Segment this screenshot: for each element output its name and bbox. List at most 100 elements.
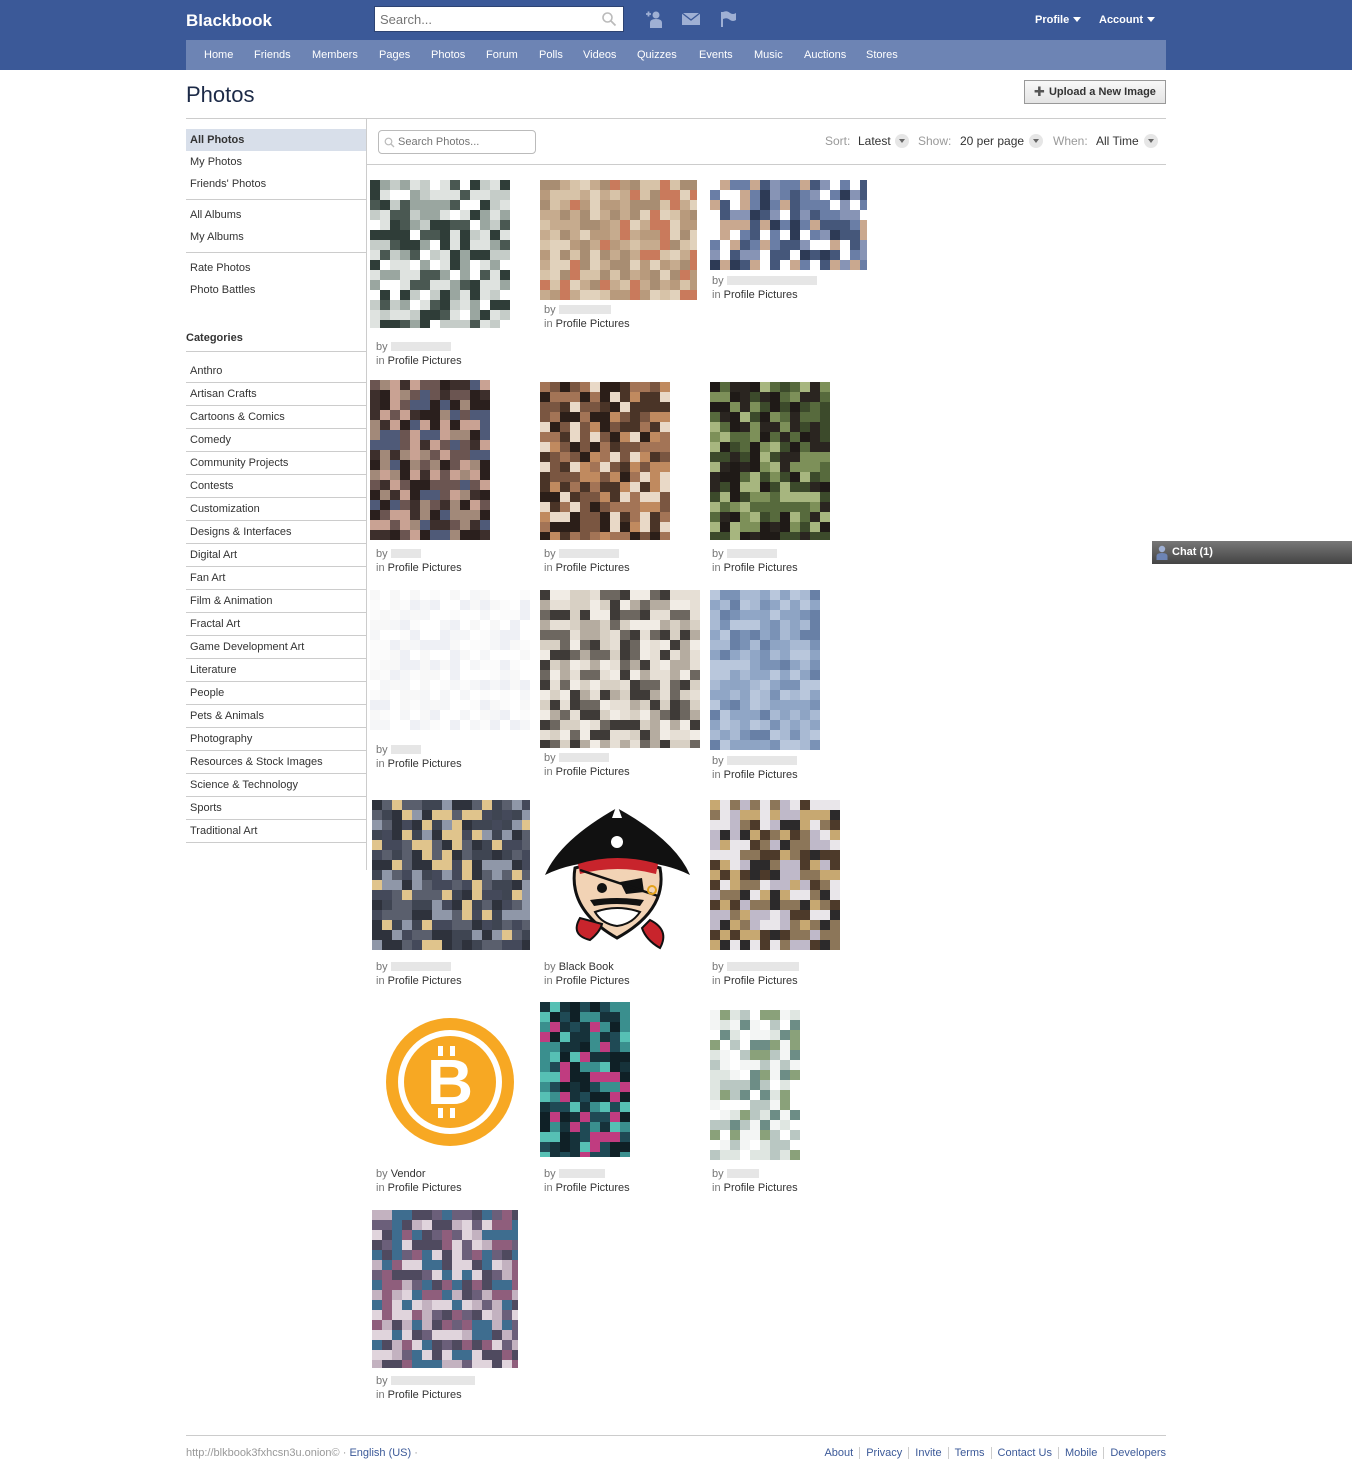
sort-select[interactable]: Latest	[858, 134, 891, 148]
category-item[interactable]: Cartoons & Comics	[186, 406, 366, 429]
nav-videos[interactable]: Videos	[583, 49, 616, 61]
category-item[interactable]: Artisan Crafts	[186, 383, 366, 406]
category-item[interactable]: Photography	[186, 728, 366, 751]
profile-menu[interactable]: Profile	[1035, 14, 1082, 26]
photo-thumbnail[interactable]	[370, 180, 510, 328]
nav-friends[interactable]: Friends	[254, 49, 291, 61]
category-item[interactable]: Sports	[186, 797, 366, 820]
photo-thumbnail[interactable]	[370, 380, 490, 540]
nav-polls[interactable]: Polls	[539, 49, 563, 61]
photo-thumbnail[interactable]	[710, 382, 830, 540]
site-logo[interactable]: Blackbook	[186, 11, 272, 31]
category-item[interactable]: Customization	[186, 498, 366, 521]
friend-requests-icon[interactable]	[645, 10, 665, 28]
category-item[interactable]: Contests	[186, 475, 366, 498]
photo-thumbnail[interactable]	[710, 800, 840, 950]
notifications-icon[interactable]	[718, 10, 738, 28]
sidebar-item-rate-photos[interactable]: Rate Photos	[186, 257, 366, 279]
nav-home[interactable]: Home	[204, 49, 233, 61]
category-item[interactable]: Literature	[186, 659, 366, 682]
language-link[interactable]: English (US)	[349, 1447, 411, 1459]
footer-link-developers[interactable]: Developers	[1103, 1447, 1166, 1459]
search-icon[interactable]	[601, 11, 617, 27]
photo-thumbnail[interactable]	[372, 1210, 518, 1368]
nav-pages[interactable]: Pages	[379, 49, 410, 61]
footer-link-contact-us[interactable]: Contact Us	[990, 1447, 1058, 1459]
nav-members[interactable]: Members	[312, 49, 358, 61]
category-item[interactable]: Science & Technology	[186, 774, 366, 797]
nav-photos[interactable]: Photos	[431, 49, 465, 61]
global-search[interactable]	[374, 6, 624, 32]
photo-search[interactable]	[378, 130, 536, 154]
footer-link-about[interactable]: About	[818, 1447, 859, 1459]
messages-icon[interactable]	[681, 10, 701, 28]
photo-album-link[interactable]: Profile Pictures	[388, 758, 462, 770]
nav-auctions[interactable]: Auctions	[804, 49, 846, 61]
account-menu[interactable]: Account	[1099, 14, 1155, 26]
show-select[interactable]: 20 per page	[960, 134, 1024, 148]
nav-quizzes[interactable]: Quizzes	[637, 49, 677, 61]
chat-tab[interactable]: Chat (1)	[1152, 541, 1352, 564]
upload-image-button[interactable]: ✚ Upload a New Image	[1024, 80, 1166, 104]
footer-link-privacy[interactable]: Privacy	[859, 1447, 908, 1459]
photo-thumbnail[interactable]	[710, 1010, 800, 1160]
photo-album-link[interactable]: Profile Pictures	[556, 1182, 630, 1194]
chevron-down-icon[interactable]	[1029, 134, 1043, 148]
category-item[interactable]: Fractal Art	[186, 613, 366, 636]
photo-album-link[interactable]: Profile Pictures	[556, 766, 630, 778]
category-item[interactable]: Resources & Stock Images	[186, 751, 366, 774]
photo-thumbnail[interactable]	[710, 180, 867, 270]
category-item[interactable]: Comedy	[186, 429, 366, 452]
nav-events[interactable]: Events	[699, 49, 733, 61]
sidebar-item-all-albums[interactable]: All Albums	[186, 204, 366, 226]
chevron-down-icon[interactable]	[1144, 134, 1158, 148]
category-item[interactable]: People	[186, 682, 366, 705]
photo-thumbnail[interactable]	[540, 1002, 630, 1157]
photo-album-link[interactable]: Profile Pictures	[724, 1182, 798, 1194]
category-item[interactable]: Pets & Animals	[186, 705, 366, 728]
photo-album-link[interactable]: Profile Pictures	[556, 562, 630, 574]
photo-thumbnail[interactable]: B	[380, 1012, 520, 1152]
category-item[interactable]: Digital Art	[186, 544, 366, 567]
sidebar-item-all-photos[interactable]: All Photos	[186, 129, 366, 151]
nav-music[interactable]: Music	[754, 49, 783, 61]
photo-album-link[interactable]: Profile Pictures	[724, 289, 798, 301]
category-item[interactable]: Game Development Art	[186, 636, 366, 659]
when-select[interactable]: All Time	[1096, 134, 1139, 148]
footer-link-terms[interactable]: Terms	[947, 1447, 991, 1459]
category-item[interactable]: Designs & Interfaces	[186, 521, 366, 544]
photo-author-link[interactable]: Black Book	[559, 961, 614, 973]
photo-album-link[interactable]: Profile Pictures	[724, 975, 798, 987]
photo-thumbnail[interactable]	[540, 382, 670, 540]
category-item[interactable]: Film & Animation	[186, 590, 366, 613]
nav-forum[interactable]: Forum	[486, 49, 518, 61]
sidebar-item-photo-battles[interactable]: Photo Battles	[186, 279, 366, 301]
category-item[interactable]: Traditional Art	[186, 820, 366, 843]
photo-album-link[interactable]: Profile Pictures	[388, 1182, 462, 1194]
photo-thumbnail[interactable]	[540, 590, 700, 748]
photo-album-link[interactable]: Profile Pictures	[556, 318, 630, 330]
sidebar-item-friends-photos[interactable]: Friends' Photos	[186, 173, 366, 195]
category-item[interactable]: Community Projects	[186, 452, 366, 475]
chevron-down-icon[interactable]	[895, 134, 909, 148]
footer-link-mobile[interactable]: Mobile	[1057, 1447, 1103, 1459]
photo-thumbnail[interactable]	[540, 800, 695, 950]
photo-album-link[interactable]: Profile Pictures	[388, 975, 462, 987]
photo-thumbnail[interactable]	[370, 590, 530, 730]
photo-album-link[interactable]: Profile Pictures	[388, 355, 462, 367]
photo-thumbnail[interactable]	[372, 800, 530, 950]
sidebar-item-my-photos[interactable]: My Photos	[186, 151, 366, 173]
photo-author-link[interactable]: Vendor	[391, 1168, 426, 1180]
category-item[interactable]: Anthro	[186, 352, 366, 383]
photo-album-link[interactable]: Profile Pictures	[388, 562, 462, 574]
footer-link-invite[interactable]: Invite	[908, 1447, 947, 1459]
nav-stores[interactable]: Stores	[866, 49, 898, 61]
photo-album-link[interactable]: Profile Pictures	[724, 769, 798, 781]
photo-album-link[interactable]: Profile Pictures	[556, 975, 630, 987]
photo-thumbnail[interactable]	[710, 590, 820, 750]
global-search-input[interactable]	[375, 7, 595, 31]
category-item[interactable]: Fan Art	[186, 567, 366, 590]
photo-search-input[interactable]	[379, 131, 519, 153]
sidebar-item-my-albums[interactable]: My Albums	[186, 226, 366, 248]
photo-album-link[interactable]: Profile Pictures	[388, 1389, 462, 1401]
